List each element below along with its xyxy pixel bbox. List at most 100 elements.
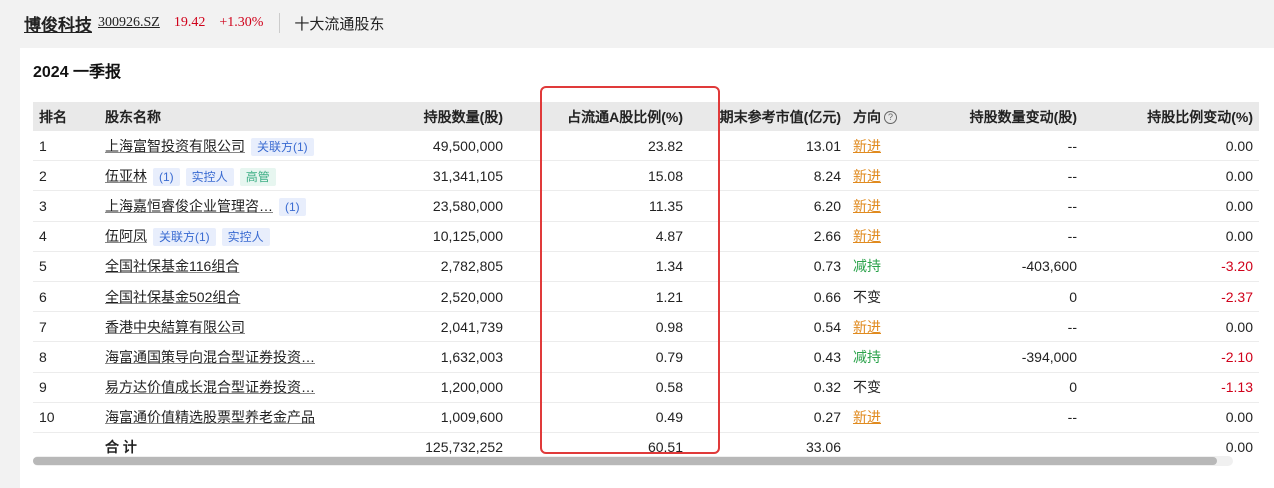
direction-label: 减持 (853, 348, 881, 365)
table-row: 1 上海富智投资有限公司 关联方(1) 49,500,000 23.82 13.01 新进 -… (33, 131, 1259, 162)
rank-cell: 3 (33, 190, 99, 222)
ratio-change-cell: 0.00 (1083, 402, 1259, 433)
direction-cell: 不变 (847, 372, 923, 403)
holder-name-cell: 全国社保基金502组合 (99, 281, 357, 313)
ratio-change-cell: 0.00 (1083, 221, 1259, 252)
rank-cell: 4 (33, 221, 99, 252)
shareholders-table-wrap: 排名 股东名称 持股数量(股) 占流通A股比例(%) 期末参考市值(亿元) 方向… (33, 102, 1259, 462)
holder-name-cell: 伍亚林 (1) 实控人 高管 (99, 160, 357, 192)
holder-name-link[interactable]: 上海嘉恒睿俊企业管理咨… (105, 198, 273, 214)
share-change-cell: -403,600 (923, 251, 1083, 282)
scrollbar-thumb[interactable] (33, 457, 1217, 465)
market-value-cell: 0.27 (689, 402, 847, 433)
market-value-cell: 6.20 (689, 190, 847, 222)
market-value-cell: 0.43 (689, 341, 847, 373)
ratio-cell: 0.98 (509, 311, 689, 343)
share-change-cell: 0 (923, 372, 1083, 403)
direction-cell: 新进 (847, 190, 923, 222)
direction-label[interactable]: 新进 (853, 319, 881, 335)
holder-tag[interactable]: 关联方(1) (153, 228, 216, 247)
share-change-cell: -- (923, 402, 1083, 433)
rank-cell: 1 (33, 131, 99, 162)
holder-tag[interactable]: 高管 (239, 167, 276, 186)
col-direction-header[interactable]: 方向? (847, 102, 923, 131)
rank-cell: 5 (33, 251, 99, 282)
holder-name-link[interactable]: 伍亚林 (105, 168, 147, 184)
table-row: 4 伍阿凤 关联方(1) 实控人 10,125,000 4.87 2.66 新进 -- 0.00 (33, 221, 1259, 252)
section-title: 十大流通股东 (294, 16, 385, 33)
shares-cell: 1,009,600 (357, 402, 509, 433)
ratio-change-cell: -3.20 (1083, 251, 1259, 282)
holder-name-link[interactable]: 全国社保基金116组合 (105, 258, 239, 274)
holder-tag[interactable]: 实控人 (185, 167, 234, 186)
direction-label[interactable]: 新进 (853, 409, 881, 425)
ratio-cell: 1.34 (509, 251, 689, 282)
direction-cell: 减持 (847, 341, 923, 373)
shareholders-panel: 2024 一季报 排名 股东名称 持股数量(股) 占流通A股比例(%) 期末参考… (20, 48, 1274, 488)
holder-name-cell: 全国社保基金116组合 (99, 251, 357, 282)
col-share-change-header[interactable]: 持股数量变动(股) (923, 102, 1083, 131)
ratio-cell: 0.79 (509, 341, 689, 373)
holder-name-link[interactable]: 全国社保基金502组合 (105, 289, 240, 305)
horizontal-scrollbar[interactable] (33, 456, 1233, 466)
question-circle-icon[interactable]: ? (884, 111, 897, 125)
market-value-cell: 0.32 (689, 372, 847, 403)
holder-name-link[interactable]: 海富通国策导向混合型证券投资… (105, 349, 315, 365)
holder-tag[interactable]: (1) (279, 197, 306, 216)
share-change-cell: -- (923, 190, 1083, 222)
col-name-header[interactable]: 股东名称 (99, 102, 357, 131)
stock-name-link[interactable]: 博俊科技 (24, 11, 92, 36)
holder-name-link[interactable]: 香港中央結算有限公司 (105, 319, 245, 335)
stock-code-link[interactable]: 300926.SZ (98, 15, 160, 31)
col-ratio-change-header[interactable]: 持股比例变动(%) (1083, 102, 1259, 131)
ratio-change-cell: -2.10 (1083, 341, 1259, 373)
market-value-cell: 2.66 (689, 221, 847, 252)
holder-name-cell: 上海嘉恒睿俊企业管理咨… (1) (99, 190, 357, 222)
holder-name-link[interactable]: 伍阿凤 (105, 228, 147, 244)
rank-cell: 2 (33, 160, 99, 192)
share-change-cell: -- (923, 311, 1083, 343)
direction-label: 不变 (853, 379, 881, 396)
ratio-cell: 23.82 (509, 131, 689, 162)
rank-cell: 10 (33, 402, 99, 433)
col-direction-label: 方向 (853, 108, 881, 125)
col-ratio-header[interactable]: 占流通A股比例(%) (509, 102, 689, 131)
col-market-value-header[interactable]: 期末参考市值(亿元) (689, 102, 847, 131)
shares-cell: 2,782,805 (357, 251, 509, 282)
stock-header: 博俊科技 300926.SZ 19.42 +1.30% 十大流通股东 (0, 0, 1274, 46)
holder-name-link[interactable]: 上海富智投资有限公司 (105, 138, 245, 154)
rank-cell: 8 (33, 341, 99, 373)
shares-cell: 10,125,000 (357, 221, 509, 252)
holder-name-link[interactable]: 海富通价值精选股票型养老金产品 (105, 409, 315, 425)
market-value-cell: 0.66 (689, 281, 847, 313)
col-shares-header[interactable]: 持股数量(股) (357, 102, 509, 131)
table-row: 10 海富通价值精选股票型养老金产品 1,009,600 0.49 0.27 新进 -- 0.… (33, 402, 1259, 433)
holder-tag[interactable]: 关联方(1) (251, 137, 314, 156)
ratio-change-cell: 0.00 (1083, 190, 1259, 222)
direction-label: 减持 (853, 258, 881, 275)
direction-label[interactable]: 新进 (853, 228, 881, 244)
ratio-cell: 11.35 (509, 190, 689, 222)
ratio-change-cell: 0.00 (1083, 131, 1259, 162)
rank-cell: 6 (33, 281, 99, 313)
col-rank-header[interactable]: 排名 (33, 102, 99, 131)
holder-name-link[interactable]: 易方达价值成长混合型证券投资… (105, 379, 315, 395)
header-divider (279, 13, 281, 33)
share-change-cell: -- (923, 221, 1083, 252)
rank-cell: 9 (33, 372, 99, 403)
shares-cell: 1,200,000 (357, 372, 509, 403)
direction-label[interactable]: 新进 (853, 198, 881, 214)
holder-tag[interactable]: (1) (153, 167, 180, 186)
direction-label[interactable]: 新进 (853, 138, 881, 154)
holder-tag[interactable]: 实控人 (221, 228, 270, 247)
holder-name-cell: 海富通国策导向混合型证券投资… (99, 341, 357, 373)
table-row: 8 海富通国策导向混合型证券投资… 1,632,003 0.79 0.43 减持 -394,… (33, 341, 1259, 373)
table-row: 3 上海嘉恒睿俊企业管理咨… (1) 23,580,000 11.35 6.20 新进 -- 0… (33, 190, 1259, 222)
shares-cell: 2,041,739 (357, 311, 509, 343)
shares-cell: 49,500,000 (357, 131, 509, 162)
direction-label[interactable]: 新进 (853, 168, 881, 184)
table-row: 9 易方达价值成长混合型证券投资… 1,200,000 0.58 0.32 不变 0 -1.1… (33, 372, 1259, 403)
ratio-change-cell: -2.37 (1083, 281, 1259, 313)
direction-cell: 减持 (847, 251, 923, 282)
shares-cell: 1,632,003 (357, 341, 509, 373)
